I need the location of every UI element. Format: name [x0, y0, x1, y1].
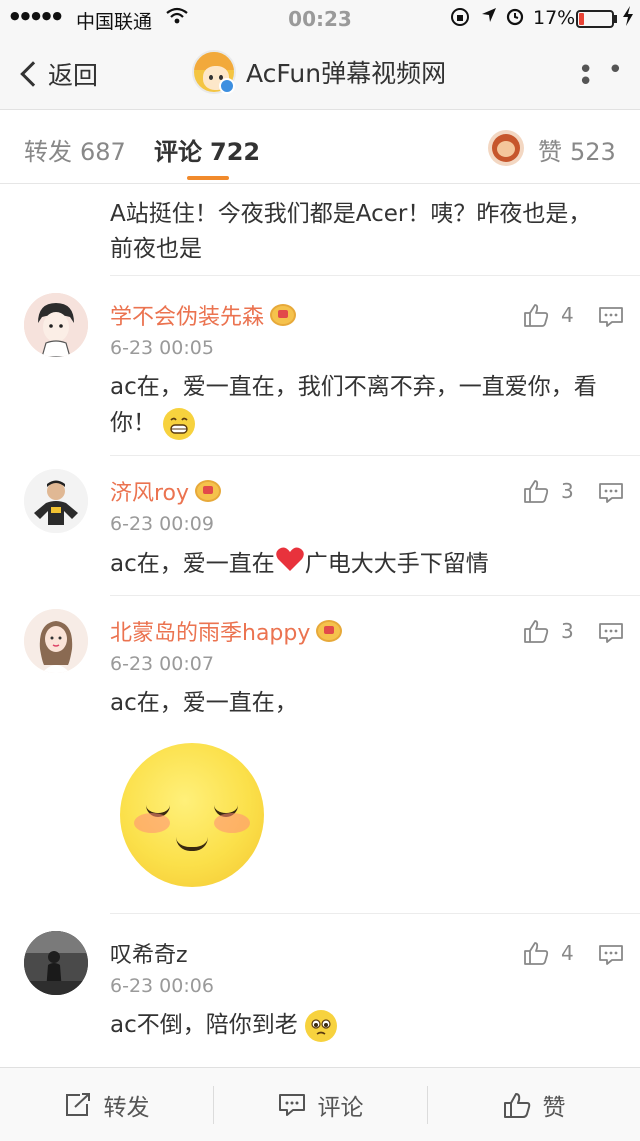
comment-text: ac不倒，陪你到老: [110, 1007, 600, 1043]
tab-comment-label: 评论: [154, 138, 202, 166]
vip-crown-icon: [316, 620, 343, 642]
comment-timestamp: 6-23 00:07: [110, 653, 214, 675]
reply-bubble-icon[interactable]: [598, 306, 624, 328]
vip-crown-icon: [195, 480, 222, 502]
thumb-up-icon: [524, 620, 549, 643]
avatar[interactable]: [24, 293, 88, 357]
username-text: 北蒙岛的雨季happy: [110, 621, 311, 646]
verified-badge-icon: [219, 78, 235, 94]
battery-level-fill: [579, 13, 584, 25]
red-heart-emoji-icon: [275, 545, 305, 584]
repost-icon: [65, 1093, 90, 1116]
like-count: 3: [561, 619, 574, 643]
tab-like[interactable]: 赞 523: [538, 132, 616, 167]
comment-timestamp: 6-23 00:05: [110, 337, 214, 359]
comment-body-end: 广电大大手下留情: [304, 551, 489, 577]
comment-like-button[interactable]: 4: [523, 303, 574, 327]
more-dots-icon[interactable]: • • •: [578, 57, 640, 95]
reply-bubble-icon[interactable]: [598, 622, 624, 644]
previous-comment-text: A站挺住！今夜我们都是Acer！咦？昨夜也是，前夜也是: [110, 201, 592, 262]
reply-bubble-icon[interactable]: [598, 944, 624, 966]
comment-timestamp: 6-23 00:09: [110, 513, 214, 535]
tab-repost[interactable]: 转发 687: [24, 132, 126, 167]
location-arrow-icon: [480, 6, 498, 29]
thumb-up-icon: [524, 304, 549, 327]
repost-button[interactable]: 转发: [0, 1068, 213, 1141]
like-count: 4: [561, 303, 574, 327]
comment-bubble-icon: [278, 1094, 305, 1116]
comment-username[interactable]: 学不会伪装先森: [110, 299, 297, 331]
repost-label: 转发: [103, 1095, 150, 1121]
divider: [110, 595, 640, 596]
battery-percent: 17%: [533, 7, 576, 29]
username-text: 济风roy: [110, 481, 190, 506]
rotation-lock-icon: [450, 7, 470, 32]
thumb-up-icon: [503, 1093, 530, 1118]
like-label: 赞: [542, 1095, 566, 1121]
back-button[interactable]: 返回: [18, 56, 98, 92]
vip-crown-icon: [270, 304, 297, 326]
comment-like-button[interactable]: 3: [523, 619, 574, 643]
comment-username[interactable]: 济风roy: [110, 475, 222, 507]
comment-username[interactable]: 北蒙岛的雨季happy: [110, 615, 343, 647]
liker-avatar: [488, 130, 524, 166]
avatar[interactable]: [24, 609, 88, 673]
alarm-clock-icon: [505, 6, 525, 31]
tab-like-label: 赞: [538, 138, 562, 166]
username-text: 学不会伪装先森: [110, 305, 265, 330]
comment-body-start: ac在，爱一直在: [110, 551, 275, 577]
chevron-left-icon: [20, 61, 46, 87]
page-title: AcFun弹幕视频网: [246, 59, 447, 88]
thumb-up-icon: [524, 942, 549, 965]
battery-icon: [576, 10, 614, 28]
comment-text: ac在，爱一直在，: [110, 690, 298, 716]
tab-comment-count: 722: [210, 138, 261, 166]
comment-like-button[interactable]: 4: [523, 941, 574, 965]
comment-button[interactable]: 评论: [214, 1068, 427, 1141]
thumb-up-icon: [524, 480, 549, 503]
comment-username[interactable]: 叹希奇z: [110, 937, 188, 969]
comment-text: ac在，爱一直在，我们不离不弃，一直爱你，看你！: [110, 369, 600, 441]
avatar[interactable]: [24, 469, 88, 533]
comment-label: 评论: [317, 1095, 364, 1121]
like-button[interactable]: 赞: [428, 1068, 640, 1141]
charging-bolt-icon: [622, 6, 634, 31]
username-text: 叹希奇z: [110, 943, 188, 968]
tab-like-count: 523: [570, 138, 616, 166]
active-tab-indicator: [187, 176, 229, 180]
status-bar: ●●●●● 中国联通 00:23 17%: [0, 0, 640, 38]
shy-blush-sticker-image[interactable]: [120, 743, 264, 887]
pleading-emoji-icon: [305, 1009, 338, 1042]
like-count: 4: [561, 941, 574, 965]
tab-repost-count: 687: [80, 138, 126, 166]
tab-repost-label: 转发: [24, 138, 72, 166]
tab-bar: 转发 687 评论 722 赞 523: [0, 110, 640, 184]
reply-bubble-icon[interactable]: [598, 482, 624, 504]
divider: [110, 913, 640, 914]
tab-comment[interactable]: 评论 722: [154, 132, 260, 167]
like-count: 3: [561, 479, 574, 503]
comment-body: ac不倒，陪你到老: [110, 1012, 298, 1038]
comment-list: A站挺住！今夜我们都是Acer！咦？昨夜也是，前夜也是 学不会伪装先森 4 6-…: [0, 185, 640, 1065]
battery-tip: [614, 15, 617, 23]
avatar[interactable]: [24, 931, 88, 995]
comment-like-button[interactable]: 3: [523, 479, 574, 503]
bottom-action-bar: 转发 评论 赞: [0, 1067, 640, 1141]
comment-timestamp: 6-23 00:06: [110, 975, 214, 997]
navigation-bar: 返回 AcFun弹幕视频网 • • •: [0, 38, 640, 110]
divider: [110, 455, 640, 456]
comment-text: ac在，爱一直在 广电大大手下留情: [110, 545, 600, 584]
divider: [110, 275, 640, 276]
grin-emoji-icon: [163, 407, 196, 440]
back-label: 返回: [48, 61, 99, 90]
